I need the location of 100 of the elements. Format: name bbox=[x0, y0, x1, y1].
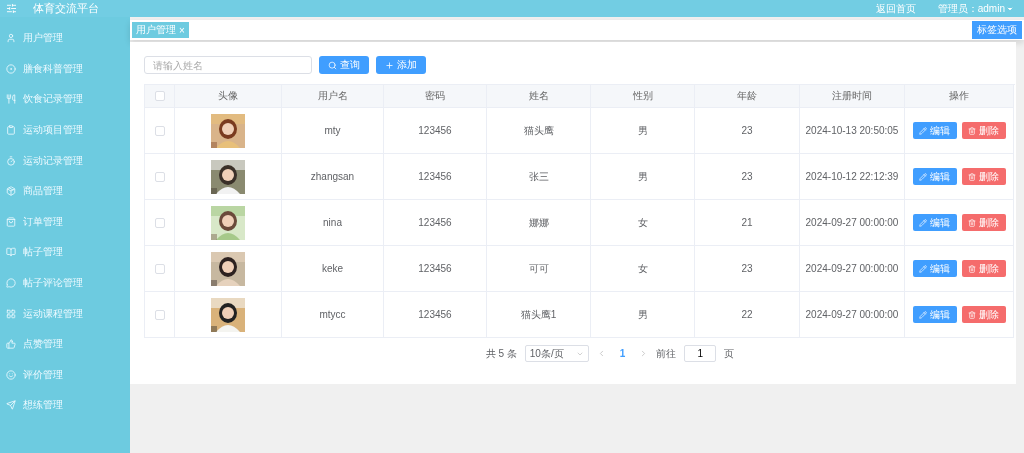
menu-item-icon bbox=[6, 247, 16, 258]
checkbox[interactable] bbox=[154, 263, 165, 274]
search-icon bbox=[328, 60, 337, 70]
table-cell: 2024-09-27 00:00:00 bbox=[805, 309, 899, 320]
trash-icon bbox=[968, 310, 976, 319]
checkbox[interactable] bbox=[154, 217, 165, 228]
delete-button[interactable]: 删除 bbox=[961, 168, 1006, 185]
trash-icon bbox=[968, 264, 976, 273]
search-field[interactable]: 请输入姓名 bbox=[144, 56, 312, 74]
pencil-icon bbox=[919, 218, 927, 227]
column-header: 头像 bbox=[218, 89, 238, 103]
table-cell: 123456 bbox=[418, 125, 452, 136]
table-cell: 猫头鹰 bbox=[523, 123, 554, 138]
delete-button[interactable]: 删除 bbox=[961, 122, 1006, 139]
table-cell: 女 bbox=[637, 215, 648, 230]
pencil-icon bbox=[919, 126, 927, 135]
menu-item-icon bbox=[6, 186, 16, 197]
tag-options-button[interactable]: 标签选项 bbox=[972, 21, 1022, 39]
user-menu[interactable]: 管理员：admin bbox=[937, 1, 1014, 16]
sidebar-item[interactable]: 运动记录管理 bbox=[23, 153, 83, 168]
delete-button[interactable]: 删除 bbox=[961, 260, 1006, 277]
column-header: 密码 bbox=[425, 89, 445, 103]
edit-button[interactable]: 编辑 bbox=[912, 260, 957, 277]
delete-button[interactable]: 删除 bbox=[961, 306, 1006, 323]
table-cell: nina bbox=[323, 217, 342, 228]
table-cell: 22 bbox=[741, 309, 753, 320]
pencil-icon bbox=[919, 310, 927, 319]
page-input[interactable]: 1 bbox=[684, 345, 717, 362]
sidebar-item[interactable]: 帖子管理 bbox=[23, 245, 63, 260]
table-cell: 娜娜 bbox=[528, 215, 549, 230]
checkbox[interactable] bbox=[154, 171, 165, 182]
sidebar-item[interactable]: 订单管理 bbox=[23, 214, 63, 229]
page-number[interactable]: 1 bbox=[613, 348, 632, 359]
menu-item-icon bbox=[6, 125, 16, 136]
menu-item-icon bbox=[6, 216, 16, 227]
checkbox[interactable] bbox=[154, 309, 165, 320]
edit-button[interactable]: 编辑 bbox=[912, 306, 957, 323]
menu-item-icon bbox=[6, 339, 16, 350]
menu-item-icon bbox=[6, 33, 16, 44]
table-cell: 21 bbox=[741, 217, 753, 228]
sidebar-item[interactable]: 运动课程管理 bbox=[23, 306, 83, 321]
menu-item-icon bbox=[6, 369, 16, 380]
edit-button[interactable]: 编辑 bbox=[912, 214, 957, 231]
menu-item-icon bbox=[6, 63, 16, 74]
column-header: 用户名 bbox=[317, 89, 348, 103]
column-header: 注册时间 bbox=[832, 89, 872, 103]
trash-icon bbox=[968, 172, 976, 181]
column-header: 操作 bbox=[949, 89, 969, 103]
sidebar-item[interactable]: 点赞管理 bbox=[23, 337, 63, 352]
table-cell: mtycc bbox=[319, 309, 346, 320]
sidebar-item[interactable]: 帖子评论管理 bbox=[23, 276, 83, 291]
table-cell: 123456 bbox=[418, 263, 452, 274]
table-cell: 123456 bbox=[418, 309, 452, 320]
app-title: 体育交流平台 bbox=[33, 1, 100, 16]
sidebar-item[interactable]: 商品管理 bbox=[23, 184, 63, 199]
total-count: 共 5 条 bbox=[485, 346, 517, 361]
sidebar-item[interactable]: 膳食科普管理 bbox=[23, 61, 83, 76]
home-link[interactable]: 返回首页 bbox=[875, 1, 916, 16]
table-cell: 23 bbox=[741, 171, 753, 182]
table-cell: keke bbox=[321, 263, 344, 274]
table-cell: 123456 bbox=[418, 217, 452, 228]
menu-item-icon bbox=[6, 94, 16, 105]
table-cell: 2024-09-27 00:00:00 bbox=[805, 217, 899, 228]
table-cell: 男 bbox=[637, 123, 648, 138]
table-cell: 可可 bbox=[528, 261, 549, 276]
table-cell: 猫头鹰1 bbox=[520, 307, 557, 322]
delete-button[interactable]: 删除 bbox=[961, 214, 1006, 231]
query-button[interactable]: 查询 bbox=[319, 56, 369, 74]
table-cell: zhangsan bbox=[310, 171, 355, 182]
menu-item-icon bbox=[6, 278, 16, 289]
page-suffix: 页 bbox=[724, 346, 735, 361]
table-cell: 张三 bbox=[528, 169, 549, 184]
sidebar-item[interactable]: 评价管理 bbox=[23, 367, 63, 382]
table-cell: 女 bbox=[637, 261, 648, 276]
sidebar-item[interactable]: 想练管理 bbox=[23, 398, 63, 413]
edit-button[interactable]: 编辑 bbox=[912, 168, 957, 185]
sidebar-item[interactable]: 饮食记录管理 bbox=[23, 92, 83, 107]
menu-icon[interactable] bbox=[6, 3, 17, 14]
add-button[interactable]: 添加 bbox=[376, 56, 426, 74]
trash-icon bbox=[968, 126, 976, 135]
pencil-icon bbox=[919, 172, 927, 181]
column-header: 性别 bbox=[632, 89, 653, 103]
table-cell: 2024-10-13 20:50:05 bbox=[805, 125, 899, 136]
table-cell: 123456 bbox=[418, 171, 452, 182]
menu-item-icon bbox=[6, 308, 16, 319]
tab[interactable]: 用户管理 × bbox=[132, 22, 189, 38]
table-cell: 2024-10-12 22:12:39 bbox=[805, 171, 899, 182]
sidebar-item[interactable]: 用户管理 bbox=[23, 31, 63, 46]
edit-button[interactable]: 编辑 bbox=[912, 122, 957, 139]
trash-icon bbox=[968, 218, 976, 227]
column-header: 年龄 bbox=[737, 89, 757, 103]
checkbox[interactable] bbox=[154, 91, 165, 101]
sidebar-item[interactable]: 运动项目管理 bbox=[23, 123, 83, 138]
pencil-icon bbox=[919, 264, 927, 273]
page-size-select[interactable]: 10条/页 bbox=[524, 345, 589, 362]
table-cell: 23 bbox=[741, 263, 753, 274]
goto-label: 前往 bbox=[656, 346, 677, 361]
checkbox[interactable] bbox=[154, 125, 165, 136]
table-cell: mty bbox=[324, 125, 341, 136]
close-icon[interactable]: × bbox=[179, 24, 185, 36]
